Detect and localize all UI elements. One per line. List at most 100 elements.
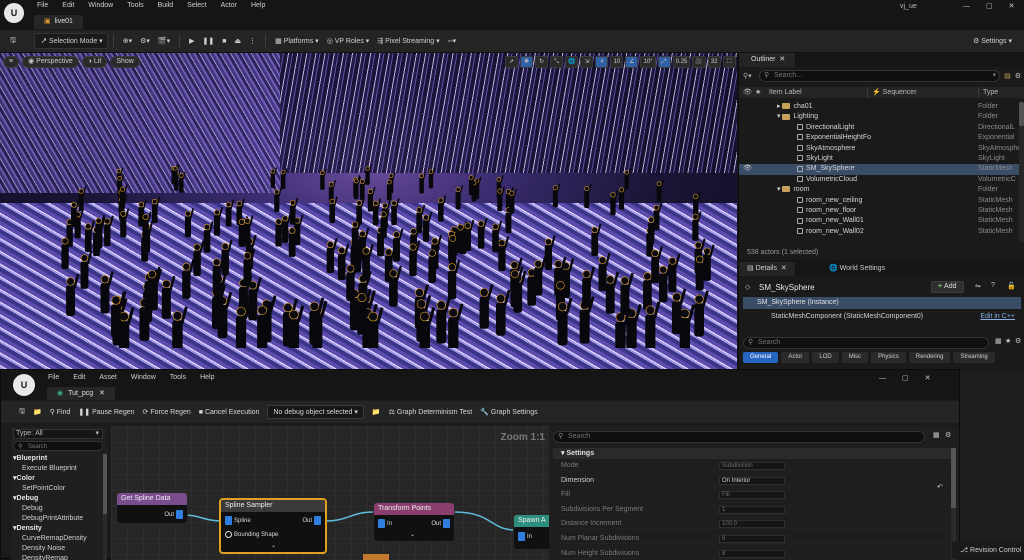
palette-scrollbar[interactable] bbox=[103, 454, 107, 560]
menu-tools[interactable]: Tools bbox=[127, 2, 143, 9]
pcg-menu-edit[interactable]: Edit bbox=[73, 374, 85, 381]
cinematics-icon[interactable]: 🎬▾ bbox=[154, 33, 174, 49]
setting-value-field[interactable]: 1 bbox=[719, 505, 785, 514]
eject-icon[interactable]: ⏏ bbox=[230, 33, 245, 49]
details-tab[interactable]: ▤ Details ✕ bbox=[739, 262, 795, 276]
pcg-asset-tab[interactable]: ◉ Tut_pcg ✕ bbox=[47, 387, 115, 400]
menu-build[interactable]: Build bbox=[158, 2, 174, 9]
maximize-viewport-icon[interactable]: ⛶ bbox=[722, 56, 736, 68]
palette-item[interactable]: SetPointColor bbox=[22, 484, 65, 494]
translate-tool-icon[interactable]: ✥ bbox=[520, 56, 533, 68]
palette-item[interactable]: DensityRemap bbox=[22, 554, 68, 560]
palette-item[interactable]: Debug bbox=[22, 504, 43, 514]
outliner-tab[interactable]: Outliner ✕ bbox=[739, 53, 796, 67]
close-icon[interactable]: ✕ bbox=[925, 374, 931, 382]
blueprint-icon[interactable]: ⚙▾ bbox=[136, 33, 154, 49]
menu-actor[interactable]: Actor bbox=[221, 2, 237, 9]
more-options-icon[interactable]: ⋮ bbox=[245, 33, 260, 49]
rotation-snap-icon[interactable]: ∠ bbox=[625, 56, 639, 68]
perspective-button[interactable]: ◉ Perspective bbox=[22, 56, 79, 68]
blueprint-convert-icon[interactable]: ⇋ bbox=[975, 282, 981, 290]
grid-snap-value[interactable]: 10 bbox=[610, 56, 624, 68]
help-icon[interactable]: ? bbox=[991, 282, 995, 289]
maximize-icon[interactable]: ▢ bbox=[902, 374, 909, 382]
settings-dropdown[interactable]: ⚙ Settings ▾ bbox=[969, 33, 1016, 49]
outliner-row[interactable]: ExponentialHeightFo Exponential bbox=[739, 133, 1019, 144]
level-tab[interactable]: ▣ live01 bbox=[34, 15, 83, 29]
property-matrix-icon[interactable]: ▦ bbox=[995, 337, 1002, 345]
add-component-button[interactable]: + Add bbox=[931, 281, 964, 293]
visibility-eye-icon[interactable]: 👁 bbox=[743, 164, 752, 175]
pause-regen-button[interactable]: ❚❚ Pause Regen bbox=[78, 408, 134, 417]
outliner-row[interactable]: VolumetricCloud VolumetricC bbox=[739, 175, 1019, 186]
menu-file[interactable]: File bbox=[37, 2, 48, 9]
unreal-logo-icon[interactable]: U bbox=[4, 3, 24, 23]
extra-tools-icon[interactable]: ▫▫▾ bbox=[444, 33, 460, 49]
cancel-execution-button[interactable]: ■ Cancel Execution bbox=[199, 409, 260, 416]
outliner-row[interactable]: ▾ Lighting Folder bbox=[739, 112, 1019, 123]
camera-speed-icon[interactable]: 🎥 bbox=[692, 56, 706, 68]
spline-in-pin[interactable]: Spline bbox=[223, 516, 251, 525]
camera-speed-value[interactable]: 32 bbox=[707, 56, 721, 68]
setting-value-field[interactable]: On Interior bbox=[719, 476, 785, 485]
setting-value-field[interactable]: 8 bbox=[719, 549, 785, 558]
setting-value-field[interactable]: Fill bbox=[719, 491, 785, 500]
maximize-icon[interactable]: ▢ bbox=[986, 2, 993, 10]
determinism-test-button[interactable]: ⚖ Graph Determinism Test bbox=[389, 408, 473, 417]
save-icon[interactable]: 🖫 bbox=[6, 33, 20, 49]
selection-mode-dropdown[interactable]: ➚ Selection Mode ▾ bbox=[33, 33, 108, 49]
scale-snap-icon[interactable]: ⤢ bbox=[657, 56, 671, 68]
menu-window[interactable]: Window bbox=[88, 2, 113, 9]
show-button[interactable]: Show bbox=[110, 56, 140, 68]
surface-snap-icon[interactable]: ⇲ bbox=[580, 56, 594, 68]
level-viewport[interactable] bbox=[0, 53, 737, 369]
instance-row[interactable]: SM_SkySphere (Instance) bbox=[743, 297, 1021, 309]
outliner-row[interactable]: room_new_Wall01 StaticMesh bbox=[739, 216, 1019, 227]
chevron-down-icon[interactable]: ⌄ bbox=[271, 542, 276, 549]
unreal-logo-icon[interactable]: U bbox=[13, 374, 35, 396]
add-folder-icon[interactable]: ▤ bbox=[1004, 72, 1011, 80]
pcg-menu-window[interactable]: Window bbox=[131, 374, 156, 381]
rotate-tool-icon[interactable]: ↻ bbox=[535, 56, 548, 68]
pcg-menu-help[interactable]: Help bbox=[200, 374, 214, 381]
col-type[interactable]: Type bbox=[978, 87, 998, 98]
in-pin[interactable]: In bbox=[516, 532, 532, 541]
category-tab-streaming[interactable]: Streaming bbox=[953, 352, 995, 363]
property-matrix-icon[interactable]: ▦ bbox=[933, 431, 940, 439]
settings-section-header[interactable]: ▾ Settings bbox=[553, 448, 955, 459]
menu-help[interactable]: Help bbox=[251, 2, 265, 9]
outliner-row[interactable]: room_new_floor StaticMesh bbox=[739, 206, 1019, 217]
pixel-streaming-dropdown[interactable]: ⇶ Pixel Streaming ▾ bbox=[373, 33, 443, 49]
menu-select[interactable]: Select bbox=[187, 2, 206, 9]
bounding-shape-pin[interactable]: Bounding Shape bbox=[223, 531, 278, 538]
palette-item[interactable]: CurveRemapDensity bbox=[22, 534, 87, 544]
category-tab-lod[interactable]: LOD bbox=[812, 352, 839, 363]
favorites-icon[interactable]: ★ bbox=[1005, 337, 1011, 345]
node-transform-points[interactable]: Transform Points In Out ⌄ bbox=[373, 502, 455, 542]
grid-snap-icon[interactable]: # bbox=[595, 56, 609, 68]
edit-in-cpp-link[interactable]: Edit in C++ bbox=[980, 311, 1015, 322]
node-get-spline-data[interactable]: Get Spline Data Out bbox=[116, 492, 188, 524]
browse-icon[interactable]: 📁 bbox=[33, 408, 42, 416]
outliner-row[interactable]: DirectionalLight DirectionalL bbox=[739, 123, 1019, 134]
outliner-row[interactable]: 👁 SM_SkySphere StaticMesh bbox=[739, 164, 1019, 175]
category-tab-general[interactable]: General bbox=[743, 352, 779, 363]
palette-search-input[interactable]: Search bbox=[13, 441, 103, 452]
rotation-snap-value[interactable]: 10° bbox=[640, 56, 656, 68]
minimize-icon[interactable]: — bbox=[963, 3, 970, 10]
palette-category[interactable]: ▾Color bbox=[13, 474, 35, 484]
palette-category[interactable]: ▾Blueprint bbox=[13, 454, 47, 464]
settings-search-input[interactable]: Search bbox=[553, 431, 925, 443]
outliner-row[interactable]: ▾ room Folder bbox=[739, 185, 1019, 196]
category-tab-actor[interactable]: Actor bbox=[781, 352, 810, 363]
outliner-settings-icon[interactable]: ⚙ bbox=[1015, 72, 1021, 80]
visibility-column-icon[interactable]: 👁 bbox=[743, 87, 752, 98]
pcg-graph-canvas[interactable]: Zoom 1:1 Get Spline Data Out Spline Samp… bbox=[111, 426, 549, 560]
setting-value-field[interactable]: 100.0 bbox=[719, 520, 785, 529]
debug-browse-icon[interactable]: 📁 bbox=[372, 408, 381, 416]
close-icon[interactable]: ✕ bbox=[99, 390, 105, 397]
find-button[interactable]: ⚲ Find bbox=[50, 408, 71, 417]
filter-icon[interactable]: ⚲▾ bbox=[743, 72, 759, 80]
palette-item[interactable]: Density Noise bbox=[22, 544, 65, 554]
outliner-row[interactable]: room_new_ceiling StaticMesh bbox=[739, 196, 1019, 207]
